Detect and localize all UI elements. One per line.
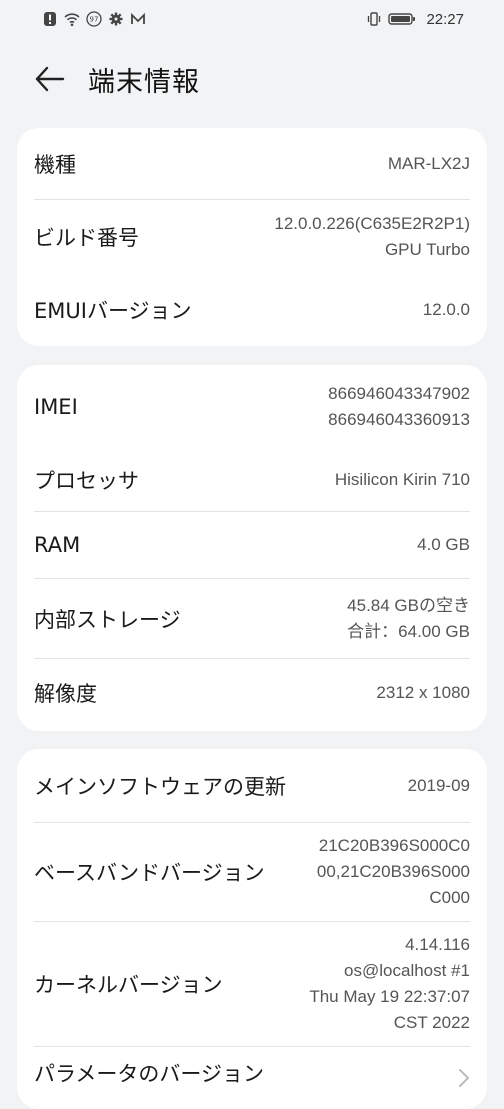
row-value: 21C20B396S000C0 00,21C20B396S000 C000 — [317, 833, 470, 911]
row-internal-storage[interactable]: 内部ストレージ 45.84 GBの空き 合計：64.00 GB — [34, 579, 470, 658]
row-label: EMUIバージョン — [34, 299, 192, 323]
row-build-number[interactable]: ビルド番号 12.0.0.226(C635E2R2P1) GPU Turbo — [34, 200, 470, 274]
wifi-icon — [64, 11, 80, 27]
row-baseband-version[interactable]: ベースバンドバージョン 21C20B396S000C0 00,21C20B396… — [34, 823, 470, 921]
value-line: Thu May 19 22:37:07 — [309, 987, 470, 1006]
badge-97-icon: 97 — [86, 11, 102, 27]
status-right-icons: 22:27 — [366, 11, 464, 28]
battery-icon — [388, 11, 416, 27]
row-processor[interactable]: プロセッサ Hisilicon Kirin 710 — [34, 448, 470, 511]
value-line: 12.0.0.226(C635E2R2P1) — [274, 214, 470, 233]
row-ram[interactable]: RAM 4.0 GB — [34, 512, 470, 578]
row-value: 4.0 GB — [417, 532, 470, 558]
row-label: ビルド番号 — [34, 226, 139, 250]
row-model[interactable]: 機種 MAR-LX2J — [34, 128, 470, 200]
chevron-right-icon — [459, 1069, 469, 1087]
row-kernel-version[interactable]: カーネルバージョン 4.14.116 os@localhost #1 Thu M… — [34, 922, 470, 1046]
row-label: 内部ストレージ — [34, 607, 181, 632]
row-label: IMEI — [34, 394, 78, 419]
row-label: RAM — [34, 533, 81, 557]
status-time: 22:27 — [426, 10, 464, 28]
row-imei[interactable]: IMEI 866946043347902 866946043360913 — [34, 365, 470, 448]
value-line: MAR-LX2J — [387, 154, 470, 173]
row-value: Hisilicon Kirin 710 — [335, 467, 470, 493]
hardware-info-card: IMEI 866946043347902 866946043360913 プロセ… — [17, 365, 487, 731]
value-line: 12.0.0 — [422, 300, 470, 319]
vibrate-icon — [366, 11, 382, 27]
value-line: CST 2022 — [393, 1013, 470, 1032]
mail-icon — [130, 11, 146, 27]
row-label: プロセッサ — [34, 468, 139, 493]
row-value: 2019-09 — [408, 773, 470, 799]
row-parameter-version[interactable]: パラメータのバージョン — [34, 1058, 470, 1104]
device-info-card: 機種 MAR-LX2J ビルド番号 12.0.0.226(C635E2R2P1)… — [17, 128, 487, 346]
value-line: GPU Turbo — [384, 240, 470, 259]
row-value: 4.14.116 os@localhost #1 Thu May 19 22:3… — [309, 932, 470, 1036]
row-value: 866946043347902 866946043360913 — [328, 381, 470, 433]
gear-icon — [108, 11, 124, 27]
value-line: 4.14.116 — [405, 935, 470, 954]
value-line: 866946043347902 — [328, 383, 470, 403]
row-value: MAR-LX2J — [388, 151, 470, 177]
row-value: 12.0.0 — [423, 297, 470, 323]
row-label: カーネルバージョン — [34, 973, 223, 997]
software-info-card: メインソフトウェアの更新 2019-09 ベースバンドバージョン 21C20B3… — [17, 749, 487, 1109]
status-bar: 97 22:27 — [0, 0, 504, 38]
row-label: ベースバンドバージョン — [34, 861, 265, 885]
row-label: 機種 — [34, 153, 76, 177]
value-line: 45.84 GBの空き — [347, 595, 470, 615]
row-resolution[interactable]: 解像度 2312 x 1080 — [34, 659, 470, 727]
value-line: 4.0 GB — [417, 535, 470, 554]
value-line: os@localhost #1 — [344, 961, 470, 980]
value-line: Hisilicon Kirin 710 — [334, 469, 470, 489]
value-line: 866946043360913 — [328, 409, 470, 429]
page-title: 端末情報 — [88, 66, 200, 98]
row-label: パラメータのバージョン — [34, 1062, 264, 1086]
alert-icon — [42, 11, 58, 27]
value-line: C000 — [429, 888, 470, 907]
status-left-icons: 97 — [42, 11, 146, 27]
row-value: 45.84 GBの空き 合計：64.00 GB — [347, 593, 470, 645]
row-label: 解像度 — [34, 682, 97, 706]
row-software-update[interactable]: メインソフトウェアの更新 2019-09 — [34, 749, 470, 822]
row-value: 12.0.0.226(C635E2R2P1) GPU Turbo — [274, 211, 470, 263]
value-line: 合計：64.00 GB — [347, 621, 470, 641]
value-line: 2019-09 — [407, 775, 470, 795]
badge-text: 97 — [90, 16, 99, 24]
value-line: 00,21C20B396S000 — [316, 862, 470, 881]
arrow-left-icon — [35, 66, 65, 92]
divider — [34, 1046, 470, 1047]
row-emui-version[interactable]: EMUIバージョン 12.0.0 — [34, 274, 470, 346]
row-label: メインソフトウェアの更新 — [34, 774, 286, 799]
back-button[interactable] — [30, 59, 70, 99]
header: 端末情報 — [0, 50, 504, 108]
value-line: 21C20B396S000C0 — [318, 836, 470, 855]
value-line: 2312 x 1080 — [376, 683, 470, 702]
row-value: 2312 x 1080 — [376, 680, 470, 706]
